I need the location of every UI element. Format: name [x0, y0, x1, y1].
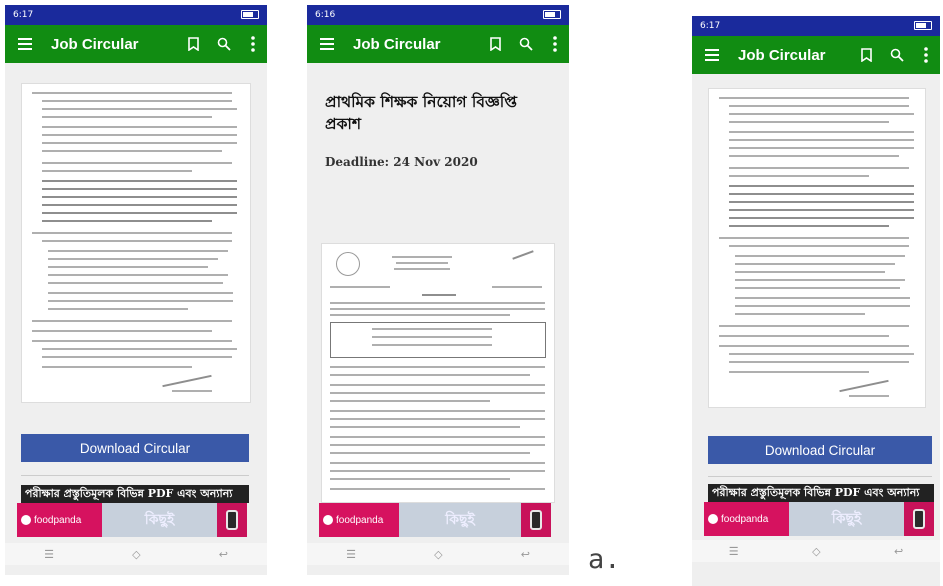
drink-image — [904, 502, 934, 536]
recent-apps-icon[interactable]: ☰ — [44, 548, 54, 561]
download-circular-button[interactable]: Download Circular — [21, 434, 249, 462]
menu-icon[interactable] — [704, 49, 720, 61]
app-title: Job Circular — [353, 35, 441, 53]
ad-banner[interactable]: foodpanda কিছুই — [17, 503, 247, 537]
more-vertical-icon[interactable] — [924, 47, 928, 63]
circular-document-image — [321, 243, 555, 503]
phone-screen-1: 6:17 Job Circular Download Circular পরীক… — [5, 5, 267, 575]
app-title: Job Circular — [51, 35, 139, 53]
status-bar: 6:17 — [692, 16, 940, 36]
foodpanda-logo: foodpanda — [704, 502, 789, 536]
circular-document-image — [708, 88, 926, 408]
battery-icon — [540, 10, 561, 20]
home-icon[interactable]: ◇ — [812, 545, 820, 558]
foodpanda-icon — [323, 515, 333, 525]
battery-icon — [238, 10, 259, 20]
figure-caption: a. — [588, 544, 621, 575]
circular-document-image — [21, 83, 251, 403]
more-vertical-icon[interactable] — [251, 36, 255, 52]
status-time: 6:17 — [13, 10, 34, 20]
system-nav-bar: ☰ ◇ ↩ — [5, 543, 267, 565]
back-icon[interactable]: ↩ — [219, 548, 228, 561]
app-bar: Job Circular — [5, 25, 267, 63]
app-title: Job Circular — [738, 46, 826, 64]
home-icon[interactable]: ◇ — [434, 548, 442, 561]
status-time: 6:16 — [315, 10, 336, 20]
recent-apps-icon[interactable]: ☰ — [346, 548, 356, 561]
system-nav-bar: ☰ ◇ ↩ — [307, 543, 569, 565]
government-seal — [336, 252, 360, 276]
app-bar: Job Circular — [307, 25, 569, 63]
foodpanda-logo: foodpanda — [319, 503, 399, 537]
status-bar: 6:16 — [307, 5, 569, 25]
status-bar: 6:17 — [5, 5, 267, 25]
post-headline: প্রাথমিক শিক্ষক নিয়োগ বিজ্ঞপ্তি প্রকাশ — [325, 93, 517, 133]
more-vertical-icon[interactable] — [553, 36, 557, 52]
drink-image — [521, 503, 551, 537]
promo-banner[interactable]: পরীক্ষার প্রস্তুতিমূলক বিভিন্ন PDF এবং অ… — [708, 484, 934, 502]
ad-text: কিছুই — [789, 502, 904, 536]
app-bar: Job Circular — [692, 36, 940, 74]
recent-apps-icon[interactable]: ☰ — [729, 545, 739, 558]
divider — [708, 476, 932, 477]
ad-text: কিছুই — [399, 503, 521, 537]
home-icon[interactable]: ◇ — [132, 548, 140, 561]
system-nav-bar: ☰ ◇ ↩ — [692, 540, 940, 562]
deadline-text: Deadline: 24 Nov 2020 — [325, 155, 478, 169]
bookmark-icon[interactable] — [188, 37, 199, 51]
bookmark-icon[interactable] — [490, 37, 501, 51]
ad-banner[interactable]: foodpanda কিছুই — [319, 503, 551, 537]
back-icon[interactable]: ↩ — [894, 545, 903, 558]
promo-banner[interactable]: পরীক্ষার প্রস্তুতিমূলক বিভিন্ন PDF এবং অ… — [21, 485, 249, 503]
search-icon[interactable] — [217, 37, 231, 51]
status-time: 6:17 — [700, 21, 721, 31]
divider — [21, 475, 249, 476]
search-icon[interactable] — [890, 48, 904, 62]
phone-screen-3: 6:17 Job Circular Download Circular পরীক… — [692, 16, 940, 586]
back-icon[interactable]: ↩ — [521, 548, 530, 561]
ad-text: কিছুই — [102, 503, 217, 537]
foodpanda-logo: foodpanda — [17, 503, 102, 537]
ad-banner[interactable]: foodpanda কিছুই — [704, 502, 934, 536]
menu-icon[interactable] — [319, 38, 335, 50]
search-icon[interactable] — [519, 37, 533, 51]
download-circular-button[interactable]: Download Circular — [708, 436, 932, 464]
menu-icon[interactable] — [17, 38, 33, 50]
foodpanda-icon — [21, 515, 31, 525]
bookmark-icon[interactable] — [861, 48, 872, 62]
battery-icon — [911, 21, 932, 31]
drink-image — [217, 503, 247, 537]
foodpanda-icon — [708, 514, 718, 524]
phone-screen-2: 6:16 Job Circular প্রাথমিক শিক্ষক নিয়োগ… — [307, 5, 569, 575]
